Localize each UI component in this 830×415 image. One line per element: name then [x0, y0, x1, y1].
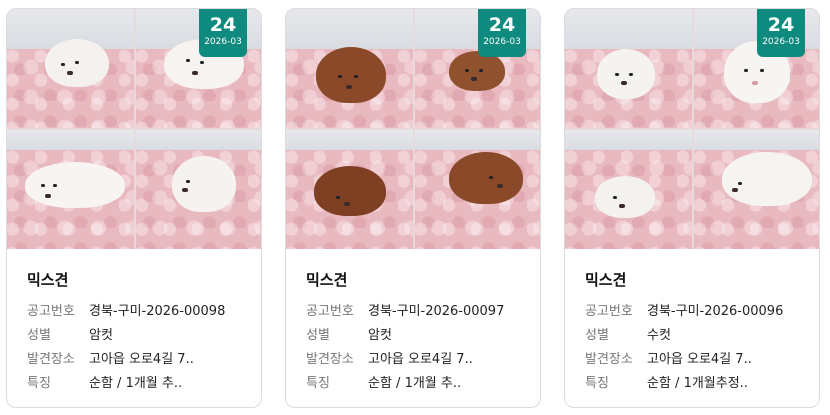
value-place: 고아읍 오로4길 7.. — [368, 352, 473, 367]
breed-title: 믹스견 — [306, 271, 348, 289]
label-feature: 특징 — [306, 376, 330, 391]
animal-card-3[interactable]: 24 2026-03 믹스견 공고번호 경북-구미-2026-00096 성별 … — [564, 8, 820, 408]
puppy-image — [449, 152, 523, 204]
label-place: 발견장소 — [585, 352, 633, 367]
label-notice-no: 공고번호 — [306, 304, 354, 319]
label-sex: 성별 — [306, 328, 330, 343]
label-notice-no: 공고번호 — [27, 304, 75, 319]
photo-tile — [415, 130, 540, 249]
label-feature: 특징 — [585, 376, 609, 391]
value-notice-no: 경북-구미-2026-00096 — [647, 304, 784, 319]
photo-tile — [565, 9, 692, 128]
badge-year-month: 2026-03 — [483, 37, 521, 47]
photo-tile — [7, 130, 134, 249]
photo-tile — [565, 130, 692, 249]
photo-tile — [7, 9, 134, 128]
notice-date-badge: 24 2026-03 — [478, 9, 526, 57]
label-sex: 성별 — [585, 328, 609, 343]
value-sex: 수컷 — [647, 328, 671, 343]
value-feature: 순함 / 1개월 추.. — [89, 376, 183, 391]
animal-photo[interactable]: 24 2026-03 — [565, 9, 819, 249]
animal-photo[interactable]: 24 2026-03 — [7, 9, 261, 249]
puppy-image — [722, 152, 812, 206]
breed-title: 믹스견 — [27, 271, 69, 289]
badge-year-month: 2026-03 — [204, 37, 242, 47]
value-place: 고아읍 오로4길 7.. — [89, 352, 194, 367]
card-info: 믹스견 공고번호 경북-구미-2026-00097 성별 암컷 발견장소 고아읍… — [306, 249, 528, 391]
puppy-image — [45, 39, 109, 87]
animal-card-2[interactable]: 24 2026-03 믹스견 공고번호 경북-구미-2026-00097 성별 … — [285, 8, 541, 408]
card-info: 믹스견 공고번호 경북-구미-2026-00098 성별 암컷 발견장소 고아읍… — [27, 249, 249, 391]
photo-tile — [136, 130, 261, 249]
puppy-image — [597, 49, 655, 99]
value-feature: 순함 / 1개월추정.. — [647, 376, 748, 391]
badge-day: 24 — [767, 14, 795, 36]
value-notice-no: 경북-구미-2026-00098 — [89, 304, 226, 319]
puppy-image — [314, 166, 386, 216]
badge-day: 24 — [488, 14, 516, 36]
puppy-image — [25, 162, 125, 208]
label-notice-no: 공고번호 — [585, 304, 633, 319]
notice-date-badge: 24 2026-03 — [199, 9, 247, 57]
badge-day: 24 — [209, 14, 237, 36]
animal-photo[interactable]: 24 2026-03 — [286, 9, 540, 249]
puppy-image — [172, 156, 236, 212]
label-place: 발견장소 — [306, 352, 354, 367]
label-sex: 성별 — [27, 328, 51, 343]
animal-card-1[interactable]: 24 2026-03 믹스견 공고번호 경북-구미-2026-00098 성별 … — [6, 8, 262, 408]
photo-tile — [694, 130, 819, 249]
label-feature: 특징 — [27, 376, 51, 391]
breed-title: 믹스견 — [585, 271, 627, 289]
notice-date-badge: 24 2026-03 — [757, 9, 805, 57]
label-place: 발견장소 — [27, 352, 75, 367]
value-place: 고아읍 오로4길 7.. — [647, 352, 752, 367]
photo-tile — [286, 9, 413, 128]
photo-tile — [286, 130, 413, 249]
value-notice-no: 경북-구미-2026-00097 — [368, 304, 505, 319]
card-info: 믹스견 공고번호 경북-구미-2026-00096 성별 수컷 발견장소 고아읍… — [585, 249, 807, 391]
puppy-image — [449, 51, 505, 91]
value-feature: 순함 / 1개월 추.. — [368, 376, 462, 391]
value-sex: 암컷 — [368, 328, 392, 343]
puppy-image — [595, 176, 655, 218]
badge-year-month: 2026-03 — [762, 37, 800, 47]
puppy-image — [316, 47, 386, 103]
value-sex: 암컷 — [89, 328, 113, 343]
